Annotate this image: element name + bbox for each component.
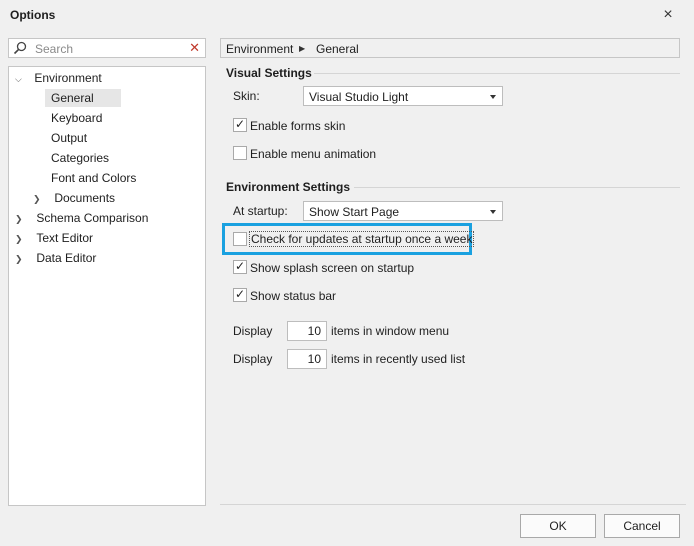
- skin-label: Skin:: [233, 89, 260, 103]
- display-label: Display: [233, 324, 273, 338]
- group-divider: [314, 73, 680, 74]
- skin-dropdown[interactable]: Visual Studio Light: [303, 86, 503, 106]
- tree-item-label: Data Editor: [36, 251, 97, 265]
- chevron-right-icon[interactable]: ❯: [33, 190, 43, 208]
- chevron-right-icon[interactable]: ❯: [15, 210, 25, 228]
- breadcrumb-item[interactable]: General: [316, 42, 359, 56]
- tree-item-label: Text Editor: [36, 231, 94, 245]
- tree-item-data-editor[interactable]: ❯ Data Editor: [15, 249, 96, 267]
- menu-animation-label[interactable]: Enable menu animation: [250, 147, 376, 161]
- cancel-button[interactable]: Cancel: [604, 514, 680, 538]
- window-menu-suffix: items in window menu: [331, 324, 450, 338]
- window-menu-count-input[interactable]: 10: [287, 321, 327, 341]
- tree-item-environment[interactable]: ⌵ Environment: [15, 69, 102, 87]
- status-bar-label[interactable]: Show status bar: [250, 289, 336, 303]
- tree-item-keyboard[interactable]: Keyboard: [51, 109, 102, 127]
- footer-divider: [220, 504, 686, 505]
- tree-item-output[interactable]: Output: [51, 129, 87, 147]
- close-icon[interactable]: ×: [657, 4, 679, 26]
- checkmark-icon: ✓: [235, 259, 246, 273]
- tree-item-text-editor[interactable]: ❯ Text Editor: [15, 229, 93, 247]
- status-bar-checkbox[interactable]: ✓: [233, 287, 247, 302]
- options-tree: ⌵ Environment General Keyboard Output Ca…: [8, 66, 206, 506]
- tree-item-label: Environment: [34, 71, 102, 85]
- recent-list-suffix: items in recently used list: [331, 352, 466, 366]
- breadcrumb: Environment ▶ General: [220, 38, 680, 58]
- tree-item-categories[interactable]: Categories: [51, 149, 109, 167]
- environment-settings-title: Environment Settings: [226, 180, 351, 194]
- tree-item-schema-comparison[interactable]: ❯ Schema Comparison: [15, 209, 148, 227]
- check-updates-checkbox[interactable]: [233, 232, 247, 246]
- forms-skin-label[interactable]: Enable forms skin: [250, 119, 345, 133]
- recent-list-count-input[interactable]: 10: [287, 349, 327, 369]
- menu-animation-checkbox[interactable]: [233, 146, 247, 160]
- tree-item-documents[interactable]: ❯ Documents: [33, 189, 115, 207]
- clear-icon[interactable]: ✕: [189, 40, 200, 56]
- group-divider: [354, 187, 680, 188]
- tree-item-label: Categories: [51, 151, 110, 165]
- tree-item-label: Output: [51, 131, 88, 145]
- splash-screen-checkbox[interactable]: ✓: [233, 259, 247, 274]
- forms-skin-checkbox[interactable]: ✓: [233, 117, 247, 132]
- chevron-down-icon: [490, 210, 496, 214]
- startup-value: Show Start Page: [309, 205, 400, 219]
- checkmark-icon: ✓: [235, 117, 246, 131]
- checkmark-icon: ✓: [235, 287, 246, 301]
- search-input[interactable]: Search ✕: [8, 38, 206, 58]
- startup-label: At startup:: [233, 204, 288, 218]
- display-label: Display: [233, 352, 273, 366]
- chevron-right-icon: ▶: [299, 44, 306, 53]
- tree-item-label: Documents: [54, 191, 116, 205]
- chevron-down-icon: [490, 95, 496, 99]
- tree-item-font-colors[interactable]: Font and Colors: [51, 169, 136, 187]
- skin-value: Visual Studio Light: [309, 90, 409, 104]
- splash-screen-label[interactable]: Show splash screen on startup: [250, 261, 414, 275]
- dialog-title: Options: [10, 8, 56, 22]
- tree-item-label: Font and Colors: [51, 171, 137, 185]
- chevron-right-icon[interactable]: ❯: [15, 250, 25, 268]
- tree-item-label: General: [51, 91, 94, 105]
- ok-button[interactable]: OK: [520, 514, 596, 538]
- search-placeholder: Search: [35, 42, 74, 56]
- startup-dropdown[interactable]: Show Start Page: [303, 201, 503, 221]
- search-icon: [13, 41, 27, 55]
- chevron-right-icon[interactable]: ❯: [15, 230, 25, 248]
- check-updates-label[interactable]: Check for updates at startup once a week: [249, 231, 475, 247]
- breadcrumb-item[interactable]: Environment: [226, 42, 293, 56]
- visual-settings-title: Visual Settings: [226, 66, 312, 80]
- chevron-down-icon[interactable]: ⌵: [15, 70, 25, 88]
- tree-item-label: Keyboard: [51, 111, 103, 125]
- tree-item-general[interactable]: General: [45, 89, 121, 107]
- tree-item-label: Schema Comparison: [36, 211, 149, 225]
